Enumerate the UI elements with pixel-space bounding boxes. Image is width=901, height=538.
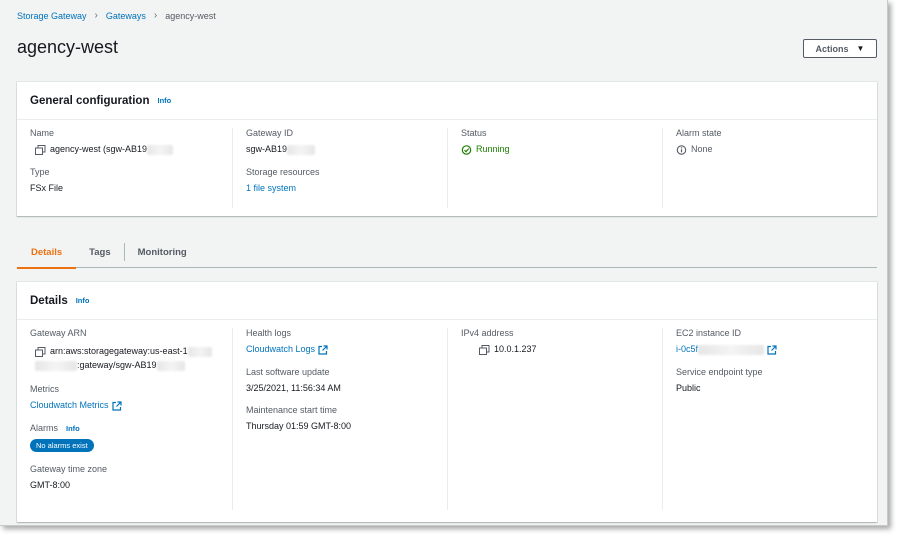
alarm-state-value: None (691, 144, 713, 154)
general-info-link[interactable]: Info (158, 96, 172, 105)
check-circle-icon (461, 144, 472, 155)
ipv4-label: IPv4 address (461, 328, 514, 338)
redacted-id (698, 344, 765, 355)
tab-monitoring[interactable]: Monitoring (125, 236, 200, 268)
status-label: Status (461, 128, 487, 138)
storage-resources-link[interactable]: 1 file system (246, 183, 296, 193)
redacted-account (35, 360, 77, 371)
actions-button[interactable]: Actions ▼ (803, 39, 877, 58)
chevron-right-icon: › (153, 10, 158, 21)
logs-column: Health logs Cloudwatch Logs Last softwar… (232, 328, 447, 510)
copy-icon[interactable] (479, 344, 490, 355)
ipv4-value: 10.0.1.237 (494, 344, 537, 354)
tab-details[interactable]: Details (17, 236, 77, 269)
details-panel: Details Info Gateway ARN arn:aws:storage… (17, 282, 877, 522)
status-value: Running (476, 144, 510, 154)
cloudwatch-logs-link[interactable]: Cloudwatch Logs (246, 344, 315, 354)
info-circle-icon (676, 144, 687, 155)
general-configuration-panel: General configuration Info Name agency-w… (17, 82, 877, 216)
breadcrumb-gateways[interactable]: Gateways (106, 11, 146, 21)
tab-bar: Details Tags Monitoring (17, 236, 877, 269)
ip-column: IPv4 address 10.0.1.237 (447, 328, 662, 510)
health-logs-label: Health logs (246, 328, 292, 338)
type-label: Type (30, 166, 50, 177)
redacted-id (147, 144, 174, 155)
maintenance-value: Thursday 01:59 GMT-8:00 (246, 420, 352, 431)
external-link-icon[interactable] (111, 401, 122, 411)
endpoint-type-label: Service endpoint type (676, 366, 763, 377)
actions-button-label: Actions (815, 43, 849, 54)
ec2-instance-link[interactable]: i-0c5f (676, 344, 698, 354)
redacted-id (156, 360, 185, 371)
name-label: Name (30, 128, 55, 138)
name-column: Name agency-west (sgw-AB19 Type FSx File (17, 128, 232, 208)
chevron-right-icon: › (94, 10, 98, 21)
redacted-account (187, 346, 212, 357)
external-link-icon[interactable] (767, 345, 777, 355)
screenshot-frame: Storage Gateway › Gateways › agency-west… (0, 0, 888, 526)
tab-tags[interactable]: Tags (76, 236, 123, 268)
alarms-label: Alarms (30, 422, 59, 433)
storage-resources-label: Storage resources (246, 166, 320, 177)
gateway-id-value: sgw-AB19 (246, 144, 288, 154)
ec2-instance-label: EC2 instance ID (676, 328, 742, 338)
time-zone-label: Gateway time zone (30, 463, 108, 474)
alarm-state-column: Alarm state None (662, 128, 877, 208)
name-value: agency-west (sgw-AB19 (50, 144, 148, 154)
maintenance-label: Maintenance start time (246, 404, 338, 415)
metrics-label: Metrics (30, 384, 59, 394)
gateway-id-column: Gateway ID sgw-AB19 Storage resources 1 … (232, 128, 447, 208)
alarms-info-link[interactable]: Info (66, 424, 80, 433)
redacted-id (287, 144, 316, 155)
details-header: Details Info (17, 282, 877, 320)
breadcrumb: Storage Gateway › Gateways › agency-west (17, 10, 216, 21)
page-title: agency-west (17, 37, 119, 57)
time-zone-value: GMT-8:00 (30, 479, 71, 490)
ec2-column: EC2 instance ID i-0c5f Service endpoint … (662, 328, 877, 510)
details-info-link[interactable]: Info (76, 296, 90, 305)
endpoint-type-value: Public (676, 382, 701, 393)
breadcrumb-storage-gateway[interactable]: Storage Gateway (17, 11, 87, 21)
general-configuration-title: General configuration (30, 94, 150, 107)
last-update-value: 3/25/2021, 11:56:34 AM (246, 382, 341, 393)
alarm-state-label: Alarm state (676, 128, 722, 138)
copy-icon[interactable] (35, 346, 46, 357)
copy-icon[interactable] (35, 144, 46, 155)
breadcrumb-current: agency-west (165, 10, 216, 21)
type-value: FSx File (30, 182, 64, 193)
arn-column: Gateway ARN arn:aws:storagegateway:us-ea… (17, 328, 232, 510)
caret-down-icon: ▼ (856, 44, 865, 53)
general-configuration-header: General configuration Info (17, 82, 877, 120)
last-update-label: Last software update (246, 366, 330, 377)
gateway-arn-line2: :gateway/sgw-AB19 (77, 360, 157, 370)
status-column: Status Running (447, 128, 662, 208)
gateway-arn-label: Gateway ARN (30, 328, 87, 338)
gateway-id-label: Gateway ID (246, 128, 294, 138)
external-link-icon[interactable] (318, 345, 328, 355)
gateway-arn-line1: arn:aws:storagegateway:us-east-1 (50, 346, 188, 356)
cloudwatch-metrics-link[interactable]: Cloudwatch Metrics (30, 400, 109, 410)
no-alarms-badge: No alarms exist (30, 438, 94, 452)
details-title: Details (30, 294, 68, 307)
